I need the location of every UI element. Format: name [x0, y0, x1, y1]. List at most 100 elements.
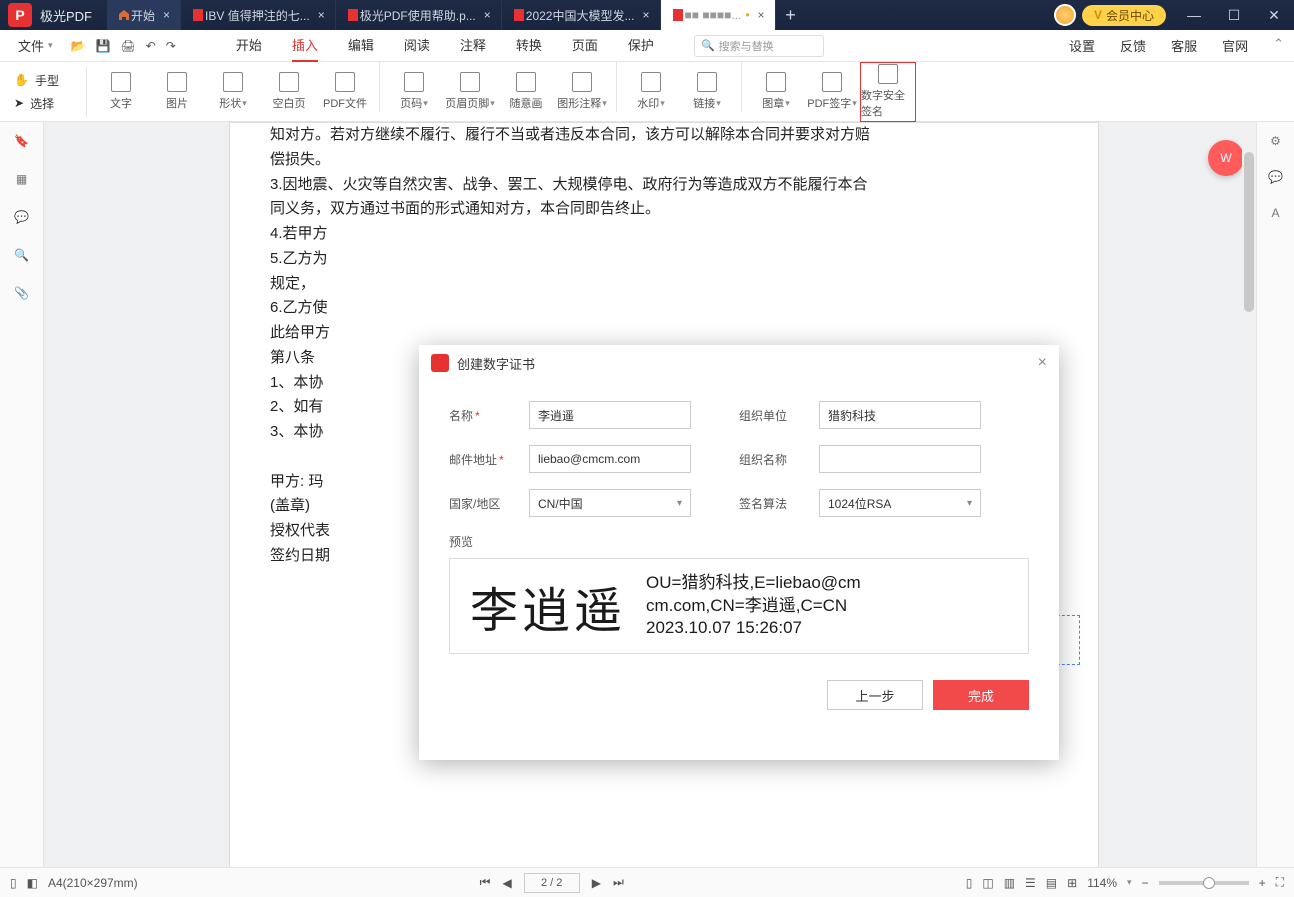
ribbon-item-icon	[572, 72, 592, 92]
vertical-scrollbar[interactable]	[1242, 122, 1256, 867]
zoom-level[interactable]: 114%	[1087, 876, 1117, 890]
add-tab-button[interactable]: +	[776, 5, 806, 26]
zoom-thumb[interactable]	[1203, 877, 1215, 889]
open-icon[interactable]: 📂	[71, 39, 86, 53]
redo-icon[interactable]: ↷	[166, 39, 176, 53]
maximize-button[interactable]: ☐	[1214, 0, 1254, 30]
view-mode-icon[interactable]: ◫	[982, 876, 993, 890]
feedback-link[interactable]: 反馈	[1120, 36, 1146, 55]
search-input[interactable]: 🔍 搜索与替换	[694, 35, 824, 57]
close-icon[interactable]: ×	[484, 8, 491, 22]
menu-tab-annotate[interactable]: 注释	[460, 29, 486, 62]
ribbon-水印[interactable]: 水印▾	[623, 62, 679, 122]
email-input[interactable]: liebao@cmcm.com	[529, 445, 691, 473]
ribbon-页码[interactable]: 页码▾	[386, 62, 442, 122]
find-icon[interactable]: 🔍	[14, 248, 29, 262]
fullscreen-button[interactable]: ⛶	[1276, 875, 1284, 890]
view-mode-icon[interactable]: ⊞	[1067, 876, 1077, 890]
org-name-input[interactable]	[819, 445, 981, 473]
convert-word-float-button[interactable]: W	[1208, 140, 1244, 176]
zoom-in-button[interactable]: +	[1259, 876, 1266, 890]
hand-tool[interactable]: ✋手型	[14, 72, 80, 89]
scrollbar-thumb[interactable]	[1244, 152, 1254, 312]
menu-tab-convert[interactable]: 转换	[516, 29, 542, 62]
tab-doc-active[interactable]: ■■ ■■■■... • ×	[661, 0, 776, 30]
close-icon[interactable]: ×	[163, 8, 170, 22]
close-icon[interactable]: ×	[318, 8, 325, 22]
prev-button[interactable]: 上一步	[827, 680, 923, 710]
view-mode-icon[interactable]: ☰	[1025, 876, 1036, 890]
first-page-button[interactable]: ⏮	[480, 875, 491, 890]
select-tool[interactable]: ➤选择	[14, 95, 80, 112]
dialog-close-button[interactable]: ×	[1038, 354, 1047, 372]
menu-tab-insert[interactable]: 插入	[292, 29, 318, 62]
ribbon-图章[interactable]: 图章▾	[748, 62, 804, 122]
ribbon-item-label: 随意画	[510, 95, 543, 111]
print-icon[interactable]: 🖨	[120, 39, 135, 53]
attachment-icon[interactable]: 📎	[14, 286, 29, 300]
collapse-ribbon-icon[interactable]: ⌃	[1273, 36, 1284, 55]
close-icon[interactable]: ×	[642, 8, 649, 22]
ai-icon[interactable]: A	[1271, 206, 1279, 220]
ribbon-空白页[interactable]: 空白页	[261, 62, 317, 122]
algo-select[interactable]: 1024位RSA	[819, 489, 981, 517]
document-viewport[interactable]: 知对方。若对方继续不履行、履行不当或者违反本合同，该方可以解除本合同并要求对方赔…	[44, 122, 1256, 867]
name-input[interactable]: 李逍遥	[529, 401, 691, 429]
ribbon-图形注释[interactable]: 图形注释▾	[554, 62, 610, 122]
zoom-slider[interactable]	[1159, 881, 1249, 885]
comments-icon[interactable]: 💬	[14, 210, 29, 224]
bookmark-icon[interactable]: 🔖	[14, 134, 29, 148]
page-layout-icon[interactable]: ▯	[10, 876, 17, 890]
done-button[interactable]: 完成	[933, 680, 1029, 710]
preview-name: 李逍遥	[470, 571, 626, 641]
page-indicator[interactable]: 2 / 2	[524, 873, 580, 893]
settings-link[interactable]: 设置	[1069, 36, 1095, 55]
properties-icon[interactable]: ⚙	[1270, 134, 1281, 148]
menu-tab-read[interactable]: 阅读	[404, 29, 430, 62]
menu-tab-start[interactable]: 开始	[236, 29, 262, 62]
ribbon-文字[interactable]: 文字	[93, 62, 149, 122]
last-page-button[interactable]: ⏭	[613, 875, 624, 890]
ribbon-数字安全签名[interactable]: 数字安全签名	[860, 62, 916, 122]
org-unit-input[interactable]: 猎豹科技	[819, 401, 981, 429]
website-link[interactable]: 官网	[1222, 36, 1248, 55]
save-icon[interactable]: 💾	[96, 39, 111, 53]
view-mode-icon[interactable]: ▥	[1004, 876, 1015, 890]
menu-tab-protect[interactable]: 保护	[628, 29, 654, 62]
ribbon-PDF文件[interactable]: PDF文件	[317, 62, 373, 122]
ribbon-PDF签字[interactable]: PDF签字▾	[804, 62, 860, 122]
tab-doc[interactable]: 2022中国大模型发... ×	[502, 0, 661, 30]
avatar-icon[interactable]	[1054, 4, 1076, 26]
dialog-logo-icon	[431, 354, 449, 372]
ribbon-图片[interactable]: 图片	[149, 62, 205, 122]
chevron-down-icon[interactable]: ▾	[1127, 877, 1132, 888]
ribbon-页眉页脚[interactable]: 页眉页脚▾	[442, 62, 498, 122]
menu-tab-page[interactable]: 页面	[572, 29, 598, 62]
undo-icon[interactable]: ↶	[146, 39, 156, 53]
tab-home[interactable]: 开始 ×	[107, 0, 181, 30]
ribbon-形状[interactable]: 形状▾	[205, 62, 261, 122]
ribbon-item-icon	[460, 72, 480, 92]
close-icon[interactable]: ×	[758, 8, 765, 22]
minimize-button[interactable]: —	[1174, 0, 1214, 30]
member-center-button[interactable]: V 会员中心	[1082, 5, 1166, 26]
right-sidebar: ⚙ 💬 A	[1256, 122, 1294, 867]
thumbnails-icon[interactable]: ▦	[16, 172, 27, 186]
next-page-button[interactable]: ▶	[592, 876, 601, 890]
view-mode-icon[interactable]: ▯	[966, 876, 973, 890]
view-mode-icon[interactable]: ▤	[1046, 876, 1057, 890]
menu-tab-edit[interactable]: 编辑	[348, 29, 374, 62]
page-layout-icon[interactable]: ◧	[27, 876, 38, 890]
ribbon-链接[interactable]: 链接▾	[679, 62, 735, 122]
country-select[interactable]: CN/中国	[529, 489, 691, 517]
chat-icon[interactable]: 💬	[1268, 170, 1283, 184]
support-link[interactable]: 客服	[1171, 36, 1197, 55]
chevron-down-icon: ▾	[660, 98, 665, 109]
tab-doc[interactable]: 极光PDF使用帮助.p... ×	[336, 0, 502, 30]
ribbon-随意画[interactable]: 随意画	[498, 62, 554, 122]
file-menu[interactable]: 文件▾	[10, 32, 61, 59]
prev-page-button[interactable]: ◀	[502, 876, 511, 890]
tab-doc[interactable]: IBV 值得押注的七... ×	[181, 0, 336, 30]
close-button[interactable]: ✕	[1254, 0, 1294, 30]
zoom-out-button[interactable]: −	[1142, 876, 1149, 890]
